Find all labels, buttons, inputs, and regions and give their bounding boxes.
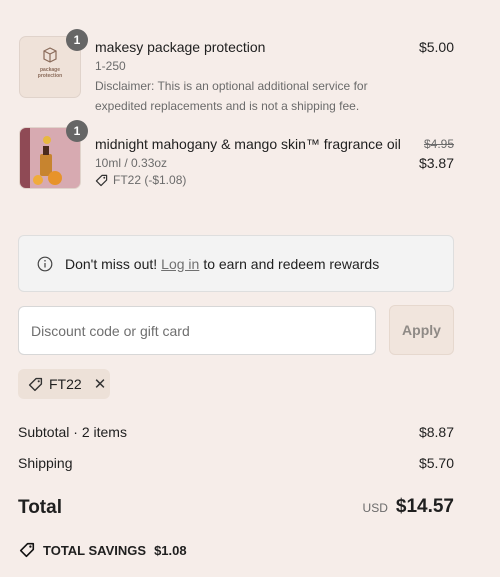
item-variant: 1-250 <box>95 59 126 73</box>
total-value: $14.57 <box>395 496 454 517</box>
item-variant: 10ml / 0.33oz <box>95 156 168 170</box>
quantity-badge: 1 <box>66 29 88 51</box>
apply-button[interactable]: Apply <box>389 305 454 355</box>
applied-code-text: FT22 <box>49 376 82 392</box>
item-discount-tag: FT22 (-$1.08) <box>95 173 186 187</box>
tag-icon <box>19 542 35 558</box>
applied-discount-chip: FT22 ✕ <box>18 369 110 399</box>
subtotal-label: Subtotal · 2 items <box>18 424 127 440</box>
discount-tag-text: FT22 (-$1.08) <box>113 173 187 187</box>
savings-value: $1.08 <box>154 542 187 558</box>
tag-icon <box>28 377 43 391</box>
rewards-suffix: to earn and redeem rewards <box>203 255 380 272</box>
discount-code-input[interactable] <box>18 306 376 355</box>
remove-code-icon[interactable]: ✕ <box>94 375 107 393</box>
item-price: $3.87 <box>418 155 454 171</box>
subtotal-value: $8.87 <box>418 424 454 440</box>
currency-code: USD <box>362 501 388 515</box>
quantity-badge: 1 <box>66 120 88 142</box>
package-protection-thumb-text: package protection <box>37 67 63 79</box>
total-value-group: USD $14.57 <box>363 496 454 518</box>
tag-icon <box>95 174 108 186</box>
total-label: Total <box>18 497 62 518</box>
item-disclaimer-line2: expedited replacements and is not a ship… <box>95 99 360 113</box>
item-name: makesy package protection <box>95 39 266 55</box>
total-savings: TOTAL SAVINGS $1.08 <box>19 542 187 558</box>
rewards-prefix: Don't miss out! <box>65 255 158 272</box>
item-disclaimer-line1: Disclaimer: This is an optional addition… <box>95 79 368 93</box>
info-icon <box>37 256 53 271</box>
item-name: midnight mahogany & mango skin™ fragranc… <box>95 136 401 152</box>
shipping-label: Shipping <box>18 455 73 471</box>
item-original-price: $4.95 <box>423 137 454 151</box>
savings-label: TOTAL SAVINGS <box>43 542 147 558</box>
item-price: $5.00 <box>418 39 454 55</box>
shipping-value: $5.70 <box>418 455 454 471</box>
rewards-banner: Don't miss out! Log in to earn and redee… <box>18 235 454 292</box>
login-link[interactable]: Log in <box>161 256 199 272</box>
